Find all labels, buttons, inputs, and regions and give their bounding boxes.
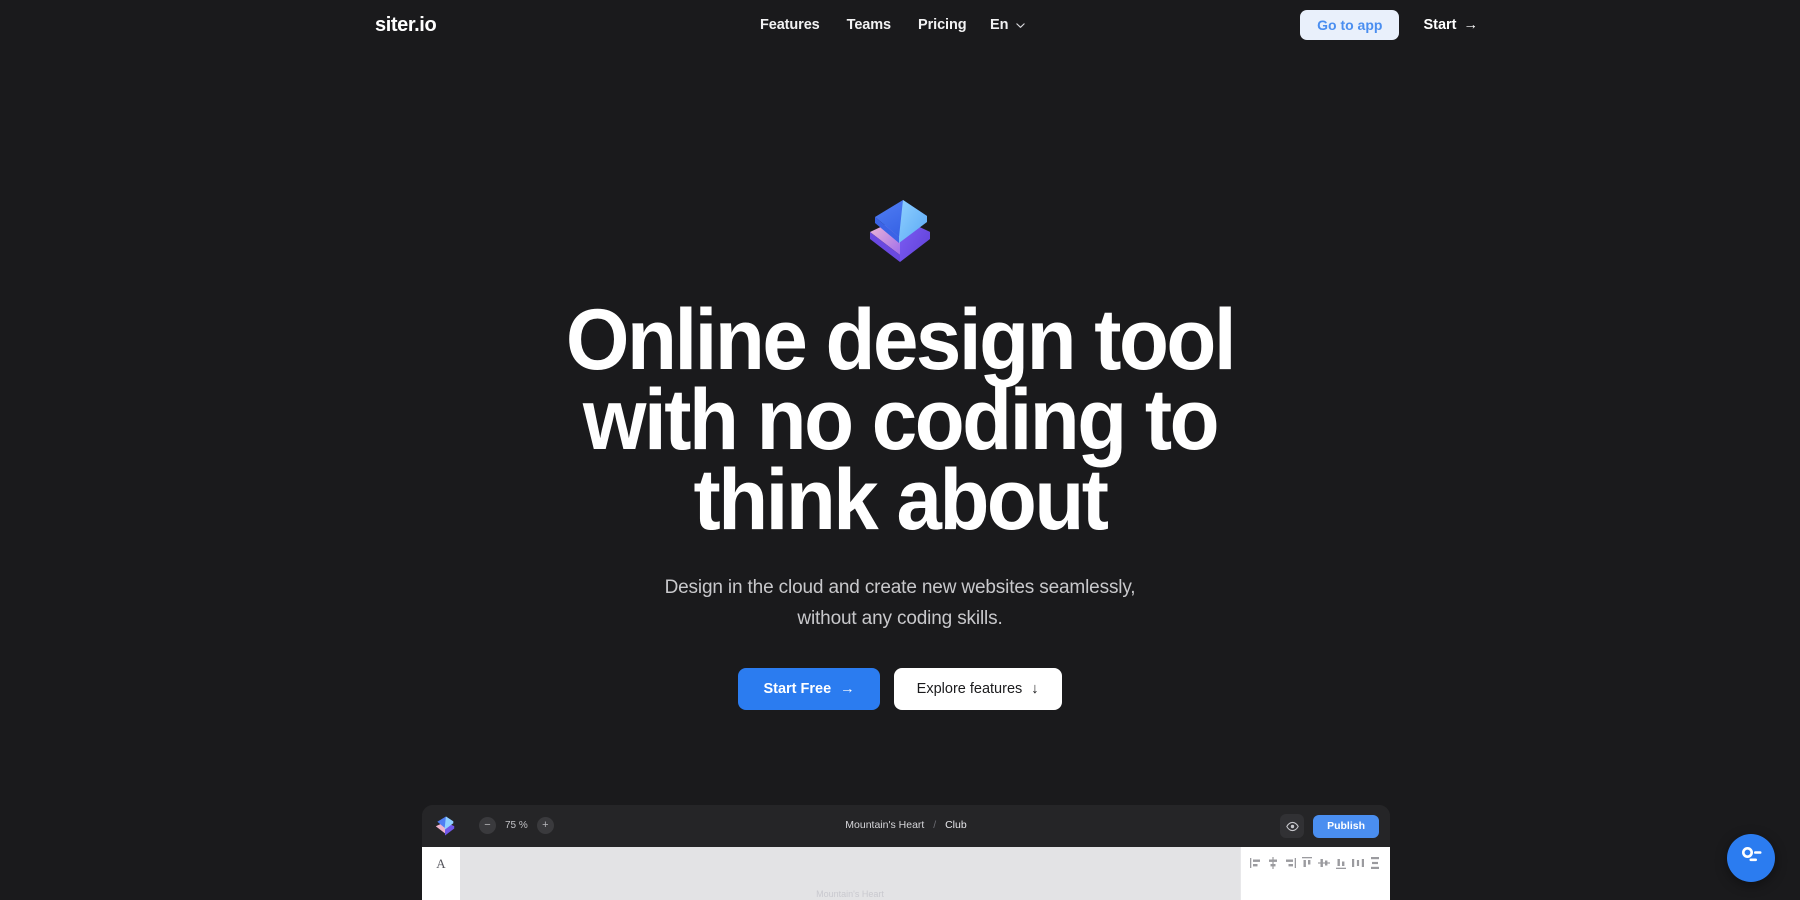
canvas-ghost-text: Mountain's Heart: [816, 889, 884, 899]
breadcrumb-current[interactable]: Club: [945, 819, 967, 831]
breadcrumb: Mountain's Heart / Club: [422, 819, 1390, 831]
subtitle-line-1: Design in the cloud and create new websi…: [664, 577, 1136, 598]
nav-item-features[interactable]: Features: [760, 17, 820, 33]
app-canvas[interactable]: Mountain's Heart: [460, 847, 1240, 900]
arrow-right-icon: →: [840, 681, 855, 697]
chevron-down-icon: [1015, 21, 1025, 30]
align-right-icon[interactable]: [1283, 856, 1297, 870]
chat-support-button[interactable]: [1727, 834, 1775, 882]
explore-features-label: Explore features: [916, 681, 1023, 697]
explore-features-button[interactable]: Explore features ↓: [893, 668, 1062, 710]
hero-cta-row: Start Free → Explore features ↓: [0, 668, 1800, 710]
align-bottom-icon[interactable]: [1334, 856, 1348, 870]
language-selector[interactable]: En: [990, 17, 1025, 33]
site-header: siter.io Features Teams Pricing En Go to…: [0, 0, 1800, 52]
align-center-horizontal-icon[interactable]: [1266, 856, 1280, 870]
arrow-down-icon: ↓: [1031, 681, 1039, 697]
hero-headline: Online design tool with no coding to thi…: [45, 292, 1755, 548]
brand-logo-siter-io[interactable]: siter.io: [375, 14, 437, 37]
headline-line-2: with no coding to: [582, 372, 1220, 468]
app-right-properties-panel: [1240, 847, 1390, 900]
align-left-icon[interactable]: [1249, 856, 1263, 870]
start-free-label: Start Free: [763, 681, 832, 697]
headline-line-3: think about: [693, 452, 1109, 548]
language-label: En: [990, 17, 1009, 33]
header-actions: Go to app Start →: [1300, 10, 1478, 40]
subtitle-line-2: without any coding skills.: [797, 608, 1003, 629]
breadcrumb-root[interactable]: Mountain's Heart: [845, 819, 924, 831]
app-preview-window: − 75 % + Mountain's Heart / Club Publish…: [422, 805, 1390, 900]
app-preview-body: A Mountain's Heart: [422, 847, 1390, 900]
start-free-button[interactable]: Start Free →: [738, 668, 880, 710]
hero-subtitle: Design in the cloud and create new websi…: [0, 572, 1800, 634]
breadcrumb-separator: /: [933, 819, 937, 831]
app-left-toolbar: A: [422, 847, 460, 900]
align-middle-vertical-icon[interactable]: [1317, 856, 1331, 870]
distribute-horizontal-icon[interactable]: [1351, 856, 1365, 870]
app-preview-toolbar: − 75 % + Mountain's Heart / Club Publish: [422, 805, 1390, 847]
headline-line-1: Online design tool: [565, 292, 1237, 388]
go-to-app-button[interactable]: Go to app: [1300, 10, 1400, 40]
alignment-toolbar: [1249, 856, 1382, 870]
start-link-label: Start: [1423, 17, 1457, 33]
app-toolbar-right: Publish: [1280, 814, 1379, 838]
nav-item-pricing[interactable]: Pricing: [918, 17, 967, 33]
siter-stacked-cube-logo-icon: [865, 192, 935, 270]
main-navigation: Features Teams Pricing: [760, 17, 967, 33]
eye-icon[interactable]: [1280, 814, 1305, 838]
nav-item-teams[interactable]: Teams: [847, 17, 891, 33]
text-tool-icon[interactable]: A: [436, 856, 445, 900]
start-link[interactable]: Start →: [1423, 17, 1478, 33]
chat-support-icon: [1738, 843, 1764, 874]
distribute-vertical-icon[interactable]: [1368, 856, 1382, 870]
arrow-right-icon: →: [1463, 17, 1479, 33]
align-top-icon[interactable]: [1300, 856, 1314, 870]
publish-button[interactable]: Publish: [1313, 814, 1379, 838]
